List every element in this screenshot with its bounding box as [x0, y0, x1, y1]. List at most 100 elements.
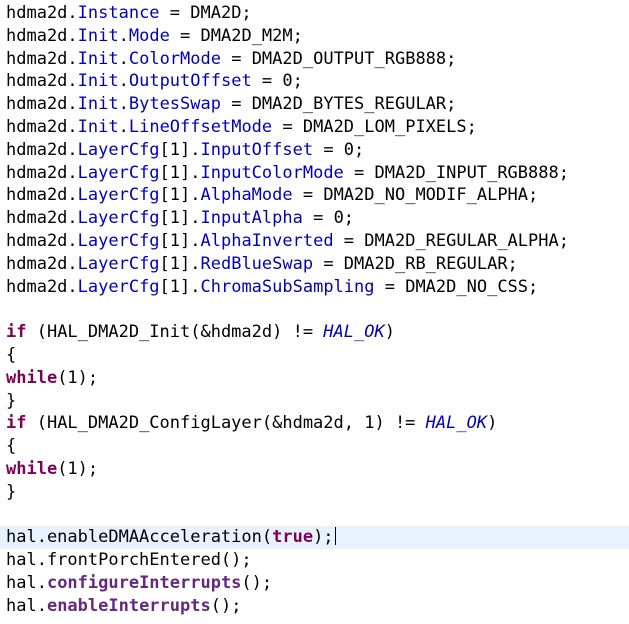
code-line[interactable]: }: [6, 481, 629, 504]
code-line[interactable]: hdma2d.LayerCfg[1].RedBlueSwap = DMA2D_R…: [6, 253, 629, 276]
code-token: = 0;: [251, 71, 303, 92]
code-line[interactable]: hdma2d.Init.BytesSwap = DMA2D_BYTES_REGU…: [6, 93, 629, 116]
code-token: [1].: [159, 253, 201, 274]
code-token: while: [6, 459, 58, 479]
code-token: HAL_OK: [323, 322, 385, 343]
code-token: .: [118, 48, 129, 69]
code-token: hdma2d.: [6, 208, 78, 229]
code-token: }: [6, 481, 17, 502]
code-token: (HAL_DMA2D_ConfigLayer(&hdma2d, 1) !=: [26, 413, 426, 434]
code-token: hdma2d.: [6, 71, 78, 92]
code-token: hdma2d.: [6, 276, 78, 297]
code-line[interactable]: if (HAL_DMA2D_ConfigLayer(&hdma2d, 1) !=…: [6, 412, 629, 435]
code-token: [1].: [159, 276, 201, 297]
code-line[interactable]: while(1);: [6, 367, 629, 390]
code-line[interactable]: hdma2d.LayerCfg[1].InputColorMode = DMA2…: [6, 162, 629, 185]
code-line[interactable]: hal.configureInterrupts();: [6, 572, 629, 595]
code-token: if: [6, 413, 27, 434]
code-token: = DMA2D_NO_MODIF_ALPHA;: [292, 185, 539, 206]
code-line[interactable]: [6, 504, 629, 527]
code-token: LayerCfg: [77, 231, 160, 251]
code-token: OutputOffset: [128, 71, 252, 92]
code-line[interactable]: }: [6, 390, 629, 413]
code-token: hal.enableDMAAcceleration(: [6, 527, 273, 548]
code-line[interactable]: hdma2d.LayerCfg[1].AlphaMode = DMA2D_NO_…: [6, 184, 629, 207]
code-token: = 0;: [313, 139, 365, 160]
code-token: ): [487, 413, 498, 434]
code-token: Init: [77, 117, 119, 137]
code-token: [1].: [159, 231, 201, 251]
code-token: = DMA2D_M2M;: [169, 25, 303, 46]
code-token: while: [6, 367, 58, 388]
code-token: InputColorMode: [200, 162, 344, 183]
code-token: = DMA2D_RB_REGULAR;: [313, 253, 518, 274]
code-line[interactable]: hdma2d.LayerCfg[1].InputOffset = 0;: [6, 139, 629, 162]
code-token: hdma2d.: [6, 139, 78, 160]
text-cursor: [334, 527, 336, 546]
code-token: RedBlueSwap: [200, 253, 314, 274]
code-token: );: [313, 527, 334, 548]
code-token: AlphaMode: [200, 185, 293, 206]
code-line[interactable]: {: [6, 435, 629, 458]
code-token: hdma2d.: [6, 48, 78, 69]
code-token: (1);: [57, 459, 99, 479]
code-token: .: [118, 117, 129, 137]
code-line[interactable]: [6, 298, 629, 321]
code-token: = DMA2D_REGULAR_ALPHA;: [333, 231, 569, 251]
code-token: = DMA2D;: [159, 3, 252, 23]
code-line[interactable]: {: [6, 344, 629, 367]
code-token: = DMA2D_BYTES_REGULAR;: [220, 94, 457, 115]
code-token: .: [118, 94, 129, 115]
code-token: BytesSwap: [128, 94, 221, 115]
code-token: hdma2d.: [6, 94, 78, 115]
code-token: hdma2d.: [6, 231, 78, 251]
code-token: ChromaSubSampling: [200, 276, 375, 297]
code-line[interactable]: while(1);: [6, 458, 629, 481]
code-line[interactable]: hal.enableInterrupts();: [6, 595, 629, 618]
code-token: LayerCfg: [77, 208, 160, 229]
code-line[interactable]: hdma2d.Init.OutputOffset = 0;: [6, 70, 629, 93]
code-token: Init: [77, 71, 119, 92]
code-line[interactable]: hal.enableDMAAcceleration(true);: [0, 526, 629, 550]
code-token: hdma2d.: [6, 117, 78, 137]
code-token: = DMA2D_LOM_PIXELS;: [272, 117, 477, 137]
code-line[interactable]: hdma2d.Init.Mode = DMA2D_M2M;: [6, 25, 629, 48]
code-line[interactable]: hdma2d.Instance = DMA2D;: [6, 2, 629, 25]
code-token: hal.: [6, 573, 47, 593]
code-token: [1].: [159, 162, 201, 183]
code-token: [1].: [159, 208, 201, 229]
code-line[interactable]: hal.frontPorchEntered();: [6, 549, 629, 572]
code-token: }: [6, 390, 17, 411]
code-token: .: [118, 25, 129, 46]
code-token: = DMA2D_NO_CSS;: [374, 276, 539, 297]
code-token: [1].: [159, 185, 201, 206]
code-token: enableInterrupts: [46, 595, 211, 616]
code-token: ();: [210, 595, 242, 616]
code-token: LayerCfg: [77, 185, 160, 206]
code-token: hal.frontPorchEntered();: [6, 550, 252, 571]
code-token: (HAL_DMA2D_Init(&hdma2d) !=: [26, 322, 324, 343]
code-token: Init: [77, 94, 119, 115]
code-token: Init: [77, 25, 119, 46]
code-token: AlphaInverted: [200, 231, 334, 251]
code-line[interactable]: hdma2d.Init.ColorMode = DMA2D_OUTPUT_RGB…: [6, 48, 629, 71]
code-token: = DMA2D_OUTPUT_RGB888;: [220, 48, 457, 69]
code-line[interactable]: hdma2d.LayerCfg[1].AlphaInverted = DMA2D…: [6, 230, 629, 253]
code-editor[interactable]: hdma2d.Instance = DMA2D; hdma2d.Init.Mode…: [0, 0, 629, 624]
code-token: LayerCfg: [77, 162, 160, 183]
code-line[interactable]: hdma2d.Init.LineOffsetMode = DMA2D_LOM_P…: [6, 116, 629, 139]
code-token: {: [6, 436, 17, 457]
code-line[interactable]: if (HAL_DMA2D_Init(&hdma2d) != HAL_OK): [6, 321, 629, 344]
code-token: ColorMode: [128, 48, 221, 69]
code-token: ): [384, 322, 395, 343]
code-token: InputAlpha: [200, 208, 303, 229]
code-token: .: [118, 71, 129, 92]
code-line[interactable]: hdma2d.LayerCfg[1].ChromaSubSampling = D…: [6, 276, 629, 299]
code-token: configureInterrupts: [46, 573, 242, 593]
code-token: hdma2d.: [6, 162, 78, 183]
code-token: hal.: [6, 595, 47, 616]
code-token: = 0;: [302, 208, 355, 229]
code-token: Mode: [128, 25, 170, 46]
code-line[interactable]: hdma2d.LayerCfg[1].InputAlpha = 0;: [6, 207, 629, 230]
code-token: (1);: [57, 367, 99, 388]
